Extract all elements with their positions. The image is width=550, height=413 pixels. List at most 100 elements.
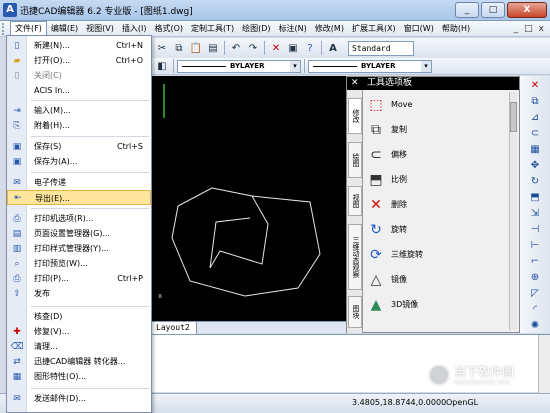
file-menu-open[interactable]: ▰ 打开(O)... Ctrl+O bbox=[7, 53, 151, 68]
join-tool-icon[interactable]: ⊕ bbox=[528, 271, 542, 285]
lineweight-select[interactable]: BYLAYER ▾ bbox=[308, 59, 432, 73]
copy-tool-icon[interactable]: ⧉ bbox=[528, 95, 542, 109]
palette-scrollbar[interactable] bbox=[509, 92, 517, 330]
file-menu-new[interactable]: ▯ 新建(N)... Ctrl+N bbox=[7, 38, 151, 53]
palette-tab-draw[interactable]: 绘图 bbox=[348, 142, 362, 178]
file-menu-converter[interactable]: ⇄ 迅捷CAD编辑器 转化器... bbox=[7, 354, 151, 369]
menu-modify[interactable]: 修改(M) bbox=[311, 21, 348, 37]
minimize-button[interactable]: _ bbox=[455, 2, 479, 18]
palette-scroll-thumb[interactable] bbox=[510, 102, 517, 132]
palette-item-rotate[interactable]: ↻ 旋转 bbox=[365, 217, 505, 242]
break-tool-icon[interactable]: ⌐ bbox=[528, 255, 542, 269]
palette-item-label: 3D镜像 bbox=[391, 300, 419, 309]
file-menu-save-as[interactable]: ▣ 保存为(A)... bbox=[7, 154, 151, 169]
publish-icon: ⇪ bbox=[13, 288, 21, 299]
menu-custom-tools[interactable]: 定制工具(T) bbox=[187, 21, 238, 37]
save-icon: ▣ bbox=[12, 141, 22, 152]
palette-item-mirror3d[interactable]: ▲ 3D镜像 bbox=[365, 292, 505, 317]
file-menu-etransmit[interactable]: ✉ 电子传递 bbox=[7, 175, 151, 190]
doc-restore-button[interactable]: □ bbox=[524, 24, 533, 34]
palette-item-rotate3d[interactable]: ⟳ 三维旋转 bbox=[365, 242, 505, 267]
delete-icon[interactable]: ✕ bbox=[268, 40, 284, 56]
file-menu-print[interactable]: ⎙ 打印(P)... Ctrl+P bbox=[7, 271, 151, 286]
help-icon[interactable]: ? bbox=[302, 40, 318, 56]
extend-tool-icon[interactable]: ⊢ bbox=[528, 239, 542, 253]
file-menu-send-mail[interactable]: ✉ 发送邮件(D)... bbox=[7, 391, 151, 406]
stretch-tool-icon[interactable]: ⇲ bbox=[528, 207, 542, 221]
maximize-button[interactable]: □ bbox=[481, 2, 505, 18]
file-menu-close[interactable]: ▯ 关闭(C) bbox=[7, 68, 151, 83]
mirror-3d-icon: ▲ bbox=[370, 296, 382, 313]
open-folder-icon: ▰ bbox=[13, 55, 21, 66]
rotate-tool-icon[interactable]: ↻ bbox=[528, 175, 542, 189]
redo-icon[interactable]: ↷ bbox=[245, 40, 261, 56]
text-style-icon[interactable]: A bbox=[325, 40, 341, 56]
file-menu-page-setup[interactable]: ▤ 页面设置管理器(G)... bbox=[7, 226, 151, 241]
copy-icon[interactable]: ⧉ bbox=[171, 40, 187, 56]
palette-item-mirror[interactable]: △ 镜像 bbox=[365, 267, 505, 292]
opengl-indicator[interactable]: OpenGL bbox=[446, 398, 478, 407]
palette-item-erase[interactable]: ✕ 删除 bbox=[365, 192, 505, 217]
repair-icon: ✚ bbox=[13, 326, 21, 337]
menu-dimension[interactable]: 标注(N) bbox=[275, 21, 311, 37]
file-menu-drawing-props[interactable]: ▦ 图形特性(O)... bbox=[7, 369, 151, 384]
menu-help[interactable]: 帮助(H) bbox=[438, 21, 474, 37]
file-menu-attach[interactable]: ⎘ 附着(H)... bbox=[7, 118, 151, 133]
text-style-select[interactable]: Standard bbox=[348, 40, 414, 56]
file-menu-print-preview[interactable]: ⌕ 打印预览(W)... bbox=[7, 256, 151, 271]
menu-grip[interactable] bbox=[2, 22, 10, 35]
scale-tool-icon[interactable]: ⬒ bbox=[528, 191, 542, 205]
file-menu-repair[interactable]: ✚ 修复(V)... bbox=[7, 324, 151, 339]
coordinates-readout: 3.4805,18.8744,0.0000 bbox=[352, 398, 447, 407]
linetype-select[interactable]: BYLAYER ▾ bbox=[177, 59, 301, 73]
palette-tab-3dorbit[interactable]: 三维动态观察 bbox=[348, 224, 362, 290]
palette-tab-view[interactable]: 视图 bbox=[348, 186, 362, 216]
palette-tab-modify[interactable]: 修改 bbox=[348, 98, 362, 134]
palette-close-icon[interactable]: ✕ bbox=[351, 77, 359, 90]
palette-item-offset[interactable]: ⊂ 偏移 bbox=[365, 142, 505, 167]
array-tool-icon[interactable]: ▦ bbox=[528, 143, 542, 157]
file-menu-import[interactable]: ⇥ 输入(M)... bbox=[7, 103, 151, 118]
doc-close-button[interactable]: x bbox=[539, 24, 544, 34]
menu-extended-tools[interactable]: 扩展工具(X) bbox=[348, 21, 400, 37]
move-tool-icon[interactable]: ✥ bbox=[528, 159, 542, 173]
plot-style-icon: ▥ bbox=[12, 243, 22, 254]
menu-file[interactable]: 文件(F) bbox=[10, 21, 47, 36]
palette-item-label: 复制 bbox=[391, 125, 407, 134]
palette-tab-strip: 修改 绘图 视图 三维动态观察 图块 bbox=[347, 90, 363, 333]
rotate-3d-icon: ⟳ bbox=[370, 246, 382, 263]
cut-icon[interactable]: ✂ bbox=[154, 40, 170, 56]
file-menu-publish[interactable]: ⇪ 发布 bbox=[7, 286, 151, 301]
undo-icon[interactable]: ↶ bbox=[228, 40, 244, 56]
mirror-tool-icon[interactable]: ⊿ bbox=[528, 111, 542, 125]
tab-layout2[interactable]: Layout2 bbox=[150, 321, 197, 334]
doc-minimize-button[interactable]: _ bbox=[514, 24, 519, 34]
offset-tool-icon[interactable]: ⊂ bbox=[528, 127, 542, 141]
watermark-sub: www.downxia.com bbox=[454, 379, 510, 386]
menu-format[interactable]: 格式(O) bbox=[150, 21, 187, 37]
match-prop-icon[interactable]: ▤ bbox=[205, 40, 221, 56]
erase-tool-icon[interactable]: ✕ bbox=[528, 79, 542, 93]
trim-tool-icon[interactable]: ⊣ bbox=[528, 223, 542, 237]
file-menu-purge[interactable]: ⌫ 清理... bbox=[7, 339, 151, 354]
paste-icon[interactable]: 📋 bbox=[188, 40, 204, 56]
palette-tab-blocks[interactable]: 图块 bbox=[348, 296, 362, 328]
file-menu-audit[interactable]: 核查(D) bbox=[7, 309, 151, 324]
layer-icon[interactable]: ◧ bbox=[154, 58, 170, 74]
chamfer-tool-icon[interactable]: ◸ bbox=[528, 287, 542, 301]
fillet-tool-icon[interactable]: ◜ bbox=[528, 303, 542, 317]
file-menu-printer-options[interactable]: ⎙ 打印机选项(R)... bbox=[7, 211, 151, 226]
palette-item-scale[interactable]: ⬒ 比例 bbox=[365, 167, 505, 192]
file-menu-acis-in[interactable]: ACIS In... bbox=[7, 83, 151, 98]
drawing-canvas[interactable]: x bbox=[150, 76, 346, 321]
properties-icon[interactable]: ▣ bbox=[285, 40, 301, 56]
file-menu-save[interactable]: ▣ 保存(S) Ctrl+S bbox=[7, 139, 151, 154]
explode-tool-icon[interactable]: ✺ bbox=[528, 319, 542, 333]
palette-item-move[interactable]: ⬚ Move bbox=[365, 92, 505, 117]
palette-item-copy[interactable]: ⧉ 复制 bbox=[365, 117, 505, 142]
file-menu-export[interactable]: ⇤ 导出(E)... bbox=[7, 190, 151, 205]
menu-window[interactable]: 窗口(W) bbox=[400, 21, 438, 37]
file-menu-plot-style[interactable]: ▥ 打印样式管理器(Y)... bbox=[7, 241, 151, 256]
close-button[interactable]: X bbox=[507, 2, 547, 18]
menu-draw[interactable]: 绘图(D) bbox=[238, 21, 274, 37]
